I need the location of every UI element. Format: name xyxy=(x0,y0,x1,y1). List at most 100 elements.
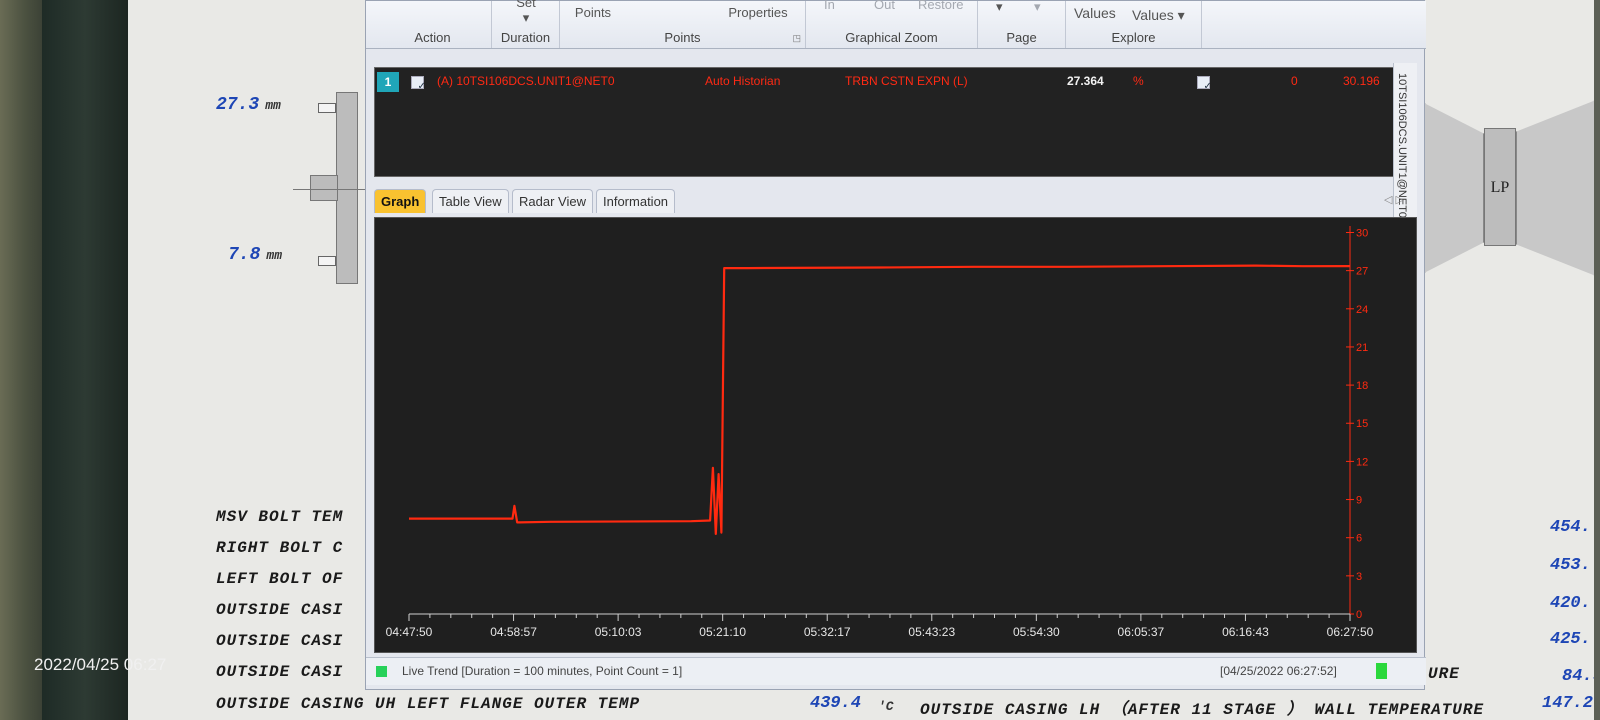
lp-label: LP xyxy=(1490,179,1510,196)
trend-plot-area[interactable]: 0 3 6 9 12 15 18 21 24 27 30 04:47:50 04:58:57 05:10:… xyxy=(374,217,1417,653)
x-tick-label: 06:16:43 xyxy=(1222,625,1269,639)
connection-status-icon xyxy=(1376,663,1387,679)
lp-turbine-cone-left xyxy=(1424,103,1484,273)
point-description: TRBN CSTN EXPN (L) xyxy=(845,74,968,88)
x-tick-label: 05:32:17 xyxy=(804,625,851,639)
row-value-6: 84.9 xyxy=(1562,667,1594,686)
zoom-out-button[interactable]: Out xyxy=(874,0,895,12)
page-next-dropdown[interactable]: ▾ xyxy=(1034,0,1041,15)
trend-chart: 0 3 6 9 12 15 18 21 24 27 30 04:47:50 04:58:57 05:10:… xyxy=(386,226,1374,639)
point-unit: % xyxy=(1133,74,1144,88)
ribbon-group-action: Action xyxy=(374,1,492,48)
row-label-1: MSV BOLT TEM xyxy=(216,508,344,526)
check-icon: ✓ xyxy=(417,81,426,92)
trend-window: Action Set ▾ Duration Points Properties P… xyxy=(365,0,1426,690)
row-value-4: 425. xyxy=(1550,630,1591,649)
gauge-marker-top xyxy=(318,103,336,113)
tab-scroll-arrows[interactable]: ◁ ▷ xyxy=(1384,193,1404,206)
measurement-bottom-unit: mm xyxy=(266,248,283,263)
duration-set-button[interactable]: Set ▾ xyxy=(508,0,544,26)
measurement-top: 27.3 mm xyxy=(216,95,281,115)
ribbon-group-explore-label: Explore xyxy=(1111,30,1156,45)
tab-radar-view[interactable]: Radar View xyxy=(512,189,593,213)
x-tick-label: 04:58:57 xyxy=(490,625,537,639)
explore-values-dropdown-label: Values xyxy=(1132,7,1174,23)
status-timestamp: [04/25/2022 06:27:52] xyxy=(1220,664,1337,678)
series-line xyxy=(409,264,1351,535)
y-tick-label: 0 xyxy=(1356,609,1362,621)
x-tick-label: 04:47:50 xyxy=(386,625,433,639)
tab-graph[interactable]: Graph xyxy=(374,189,427,213)
row-label-3: LEFT BOLT OF xyxy=(216,570,344,588)
point-tag: (A) 10TSI106DCS.UNIT1@NET0 xyxy=(437,74,615,88)
ribbon-toolbar: Action Set ▾ Duration Points Properties P… xyxy=(366,0,1426,49)
chevron-left-icon: ◁ xyxy=(1384,194,1393,206)
explore-values-button[interactable]: Values xyxy=(1074,5,1116,21)
y-tick-label: 27 xyxy=(1356,266,1368,278)
ribbon-group-zoom-label: Graphical Zoom xyxy=(845,30,938,45)
bottom-row-label-2: OUTSIDE CASING LH （AFTER 11 STAGE ） WALL… xyxy=(920,701,1485,719)
x-tick-label: 05:43:23 xyxy=(908,625,955,639)
point-current-value: 27.364 xyxy=(1067,74,1104,88)
photo-timestamp: 2022/04/25 06:27 xyxy=(34,655,167,674)
row-label-6: OUTSIDE CASI xyxy=(216,663,344,681)
y-tick-label: 18 xyxy=(1356,380,1368,392)
point-scale-low: 0 xyxy=(1291,74,1298,88)
points-button[interactable]: Points xyxy=(566,5,620,20)
x-tick-label: 06:27:50 xyxy=(1327,625,1374,639)
ribbon-group-explore: Values Values ▾ Explore xyxy=(1066,1,1202,48)
bottom-row-label: OUTSIDE CASING UH LEFT FLANGE OUTER TEMP xyxy=(216,695,641,713)
point-autoscale-checkbox[interactable]: ✓ xyxy=(1197,76,1212,92)
y-tick-label: 30 xyxy=(1356,227,1368,239)
gauge-collar xyxy=(310,175,338,201)
explore-values-dropdown[interactable]: Values ▾ xyxy=(1132,7,1185,24)
ribbon-group-duration-label: Duration xyxy=(500,30,551,45)
row-value-3: 420. xyxy=(1550,594,1591,613)
monitor-bezel-strip xyxy=(42,0,128,720)
bottom-row-value-2: 147.2 xyxy=(1542,694,1594,713)
measurement-bottom: 7.8 mm xyxy=(228,245,282,265)
measurement-top-unit: mm xyxy=(265,98,281,113)
status-left-text: Live Trend [Duration = 100 minutes, Poin… xyxy=(402,664,683,678)
point-properties-button[interactable]: Properties xyxy=(720,5,796,20)
lp-turbine-cone-right xyxy=(1516,100,1594,276)
row-label-2: RIGHT BOLT C xyxy=(216,539,344,557)
live-status-icon xyxy=(376,666,387,677)
y-tick-label: 9 xyxy=(1356,495,1362,507)
monitor-bezel-left xyxy=(0,0,42,720)
ribbon-group-action-label: Action xyxy=(414,30,451,45)
measurement-top-value: 27.3 xyxy=(216,95,260,115)
page-prev-dropdown[interactable]: ▾ xyxy=(996,0,1003,15)
point-row[interactable]: 1 ✓ (A) 10TSI106DCS.UNIT1@NET0 Auto Hist… xyxy=(375,70,1395,92)
gauge-marker-bottom xyxy=(318,256,336,266)
y-tick-label: 24 xyxy=(1356,304,1368,316)
chevron-down-icon: ▾ xyxy=(522,10,530,25)
expansion-gauge-bar xyxy=(336,92,358,284)
x-tick-label: 05:54:30 xyxy=(1013,625,1060,639)
x-tick-label: 06:05:37 xyxy=(1118,625,1165,639)
ribbon-group-graphical-zoom: In Out Restore Graphical Zoom xyxy=(806,0,978,48)
point-index-badge: 1 xyxy=(377,72,399,92)
point-mode: Auto Historian xyxy=(705,74,781,88)
check-icon: ✓ xyxy=(1203,81,1212,92)
chevron-down-icon: ▾ xyxy=(1034,0,1041,14)
tab-table-view[interactable]: Table View xyxy=(432,189,509,213)
y-tick-label: 21 xyxy=(1356,342,1368,354)
y-tick-label: 15 xyxy=(1356,418,1368,430)
zoom-restore-button[interactable]: Restore xyxy=(918,0,964,12)
x-tick-label: 05:10:03 xyxy=(595,625,642,639)
ribbon-group-page-label: Page xyxy=(1006,30,1037,45)
point-scale-high: 30.196 xyxy=(1343,74,1380,88)
ribbon-group-points-label: Points xyxy=(664,30,701,45)
measurement-bottom-value: 7.8 xyxy=(228,245,261,265)
zoom-in-button[interactable]: In xyxy=(824,0,835,12)
lp-turbine-casing: LP xyxy=(1484,128,1516,246)
chevron-down-icon: ▾ xyxy=(996,0,1003,14)
dialog-launcher-icon[interactable]: ◳ xyxy=(792,33,801,44)
row-tail-6: URE xyxy=(1428,665,1460,683)
tab-information[interactable]: Information xyxy=(596,189,676,213)
bottom-row-unit: 'C xyxy=(878,699,894,714)
row-label-5: OUTSIDE CASI xyxy=(216,632,344,650)
point-list-panel: 1 ✓ (A) 10TSI106DCS.UNIT1@NET0 Auto Hist… xyxy=(374,67,1394,177)
point-visible-checkbox[interactable]: ✓ xyxy=(411,76,426,92)
